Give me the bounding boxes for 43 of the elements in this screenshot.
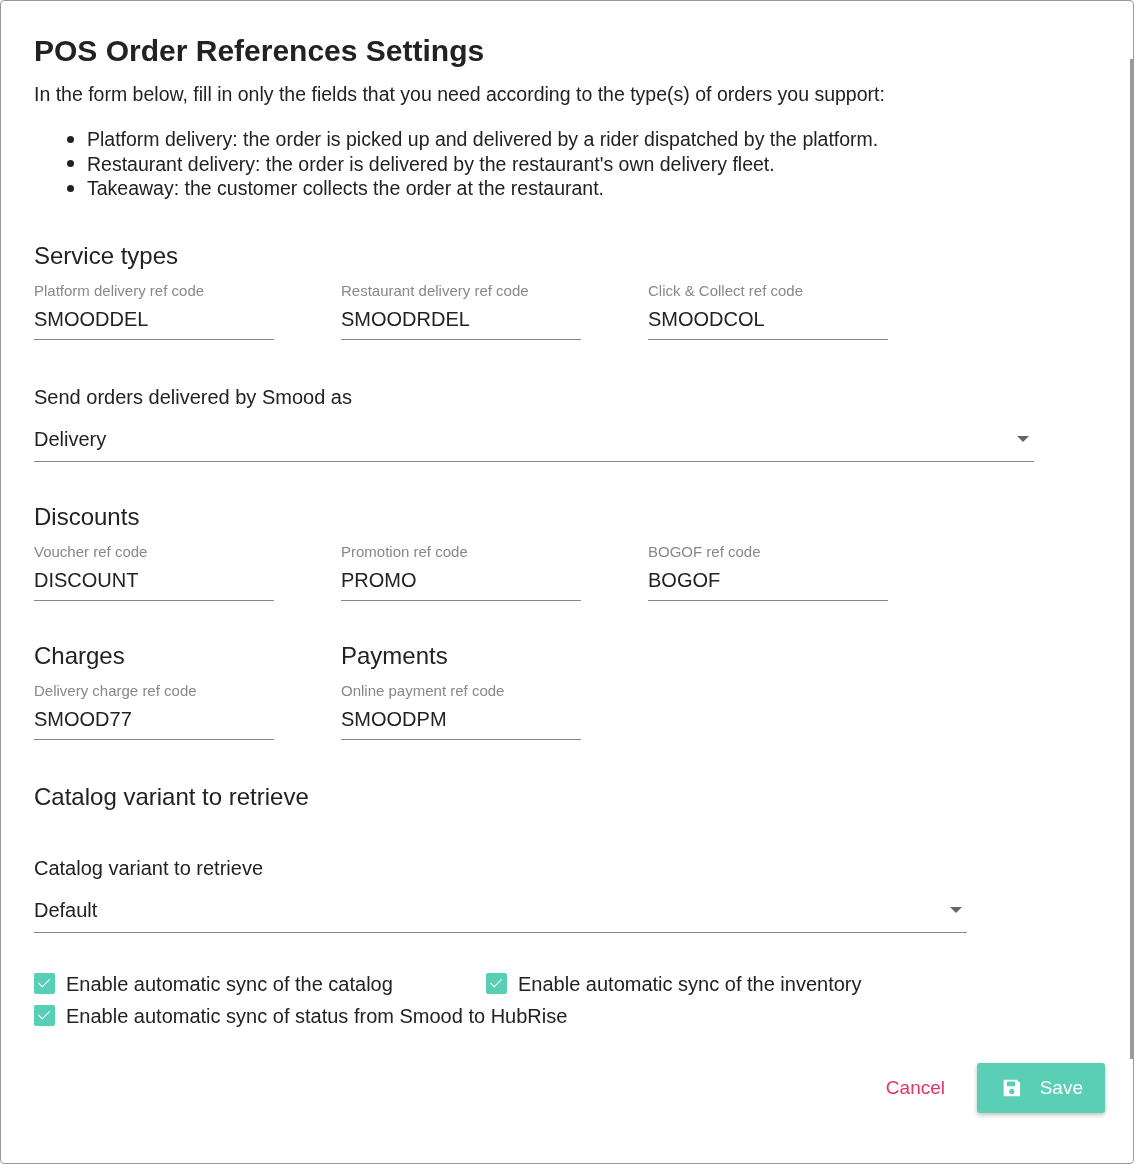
dropdown[interactable]: Default [34, 880, 967, 933]
input-field[interactable]: BOGOF [648, 561, 888, 601]
input-field[interactable]: DISCOUNT [34, 561, 274, 601]
bullet-icon [67, 135, 74, 143]
field-label: Restaurant delivery ref code [341, 280, 530, 301]
checkbox-label: Enable automatic sync of the inventory [518, 972, 862, 995]
input-field[interactable]: SMOODRDEL [341, 300, 581, 340]
field-label: Online payment ref code [341, 680, 506, 701]
select-label: Send orders delivered by Smood as [34, 384, 353, 410]
field-label: Promotion ref code [341, 541, 469, 562]
section-heading: Catalog variant to retrieve [34, 781, 310, 812]
input-field[interactable]: SMOODDEL [34, 300, 274, 340]
input-field[interactable]: PROMO [341, 561, 581, 601]
caret-icon [950, 907, 962, 913]
cancel-button[interactable]: Cancel [885, 1068, 945, 1107]
scrollbar[interactable] [1130, 59, 1133, 1059]
checkbox[interactable] [486, 973, 507, 994]
bullet-icon [67, 184, 74, 192]
section-heading: Charges [34, 640, 126, 671]
checkbox[interactable] [34, 973, 55, 994]
intro-text: In the form below, fill in only the fields that you need according to the type(s) of orders you support: [34, 82, 886, 107]
field-label: BOGOF ref code [648, 541, 762, 562]
bullet-text: Platform delivery: the order is picked up and delivered by a rider dispatched by the platform. [87, 127, 879, 152]
bullet-icon [67, 160, 74, 168]
bullet-text: Takeaway: the customer collects the order at the restaurant. [87, 176, 604, 201]
bullet-text: Restaurant delivery: the order is delivered by the restaurant's own delivery fleet. [87, 151, 775, 176]
checkbox-label: Enable automatic sync of the catalog [66, 972, 393, 995]
input-field[interactable]: SMOODCOL [648, 300, 888, 340]
dialog-title: POS Order References Settings [34, 33, 486, 69]
checkbox-label: Enable automatic sync of status from Smood to HubRise [66, 1004, 568, 1027]
select-label: Catalog variant to retrieve [34, 855, 264, 881]
input-field[interactable]: SMOOD77 [34, 700, 274, 740]
caret-icon [1017, 436, 1029, 442]
input-field[interactable]: SMOODPM [341, 700, 581, 740]
section-heading: Payments [341, 640, 449, 671]
field-label: Platform delivery ref code [34, 280, 206, 301]
section-heading: Discounts [34, 501, 141, 532]
field-label: Voucher ref code [34, 541, 149, 562]
field-label: Click & Collect ref code [648, 280, 805, 301]
dropdown[interactable]: Delivery [34, 409, 1034, 462]
section-heading: Service types [34, 240, 180, 271]
field-label: Delivery charge ref code [34, 680, 198, 701]
checkbox[interactable] [34, 1005, 55, 1026]
